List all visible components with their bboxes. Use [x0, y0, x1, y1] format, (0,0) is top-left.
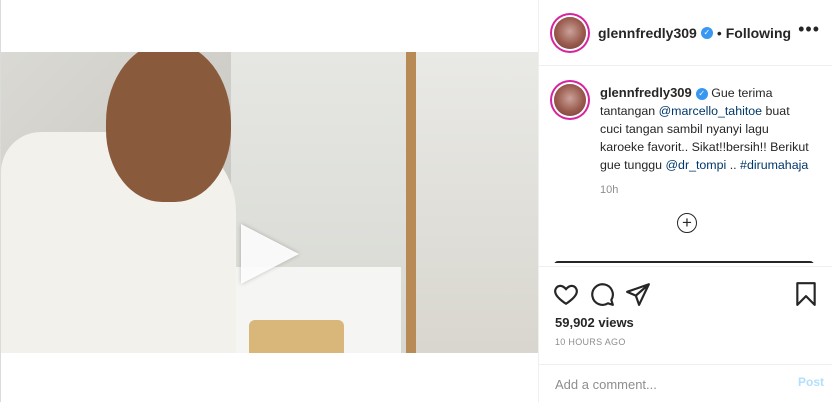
comment-form: Post [539, 364, 832, 402]
caption-text: glennfredly309 ✓ Gue terima tantangan @ma… [600, 84, 812, 174]
video-towel [249, 320, 344, 353]
caption-row: glennfredly309 ✓ Gue terima tantangan @ma… [539, 66, 832, 174]
comment-input[interactable] [553, 373, 777, 395]
header-username[interactable]: glennfredly309 [598, 25, 697, 41]
caption-username[interactable]: glennfredly309 [600, 85, 692, 100]
more-horizontal-icon[interactable]: ••• [798, 20, 820, 38]
mention-link[interactable]: @marcello_tahitoe [659, 104, 763, 118]
separator-dot: • [716, 24, 722, 41]
instagram-post: glennfredly309 ✓ • Following ••• glennfr… [0, 0, 832, 402]
video-person-head [106, 52, 231, 202]
caption-part3: .. [726, 158, 741, 172]
action-bar [553, 281, 821, 311]
heart-icon[interactable] [553, 281, 579, 307]
comment-partial [554, 261, 814, 263]
post-video[interactable] [1, 52, 538, 353]
post-actions: 59,902 views 10 HOURS AGO Post [539, 266, 832, 401]
caption-time[interactable]: 10h [600, 184, 832, 196]
post-header: glennfredly309 ✓ • Following ••• [539, 0, 832, 66]
video-mirror [406, 52, 538, 353]
post-time-ago[interactable]: 10 HOURS AGO [555, 337, 626, 347]
avatar[interactable] [554, 16, 586, 49]
post-side-panel: glennfredly309 ✓ • Following ••• glennfr… [538, 0, 832, 402]
following-button[interactable]: Following [726, 25, 791, 41]
post-comment-button[interactable]: Post [796, 373, 826, 391]
verified-icon: ✓ [695, 87, 708, 100]
caption-area: glennfredly309 ✓ Gue terima tantangan @ma… [539, 66, 832, 263]
mention-link[interactable]: @dr_tompi [665, 158, 726, 172]
comment-icon[interactable] [589, 281, 615, 307]
views-count[interactable]: 59,902 views [555, 315, 634, 330]
caption-avatar[interactable] [554, 84, 586, 116]
play-icon[interactable] [241, 224, 299, 284]
verified-icon: ✓ [700, 26, 713, 39]
share-icon[interactable] [625, 281, 651, 307]
bookmark-icon[interactable] [793, 281, 819, 307]
hashtag-link[interactable]: #dirumahaja [740, 158, 808, 172]
plus-circle-icon[interactable]: + [677, 213, 697, 233]
